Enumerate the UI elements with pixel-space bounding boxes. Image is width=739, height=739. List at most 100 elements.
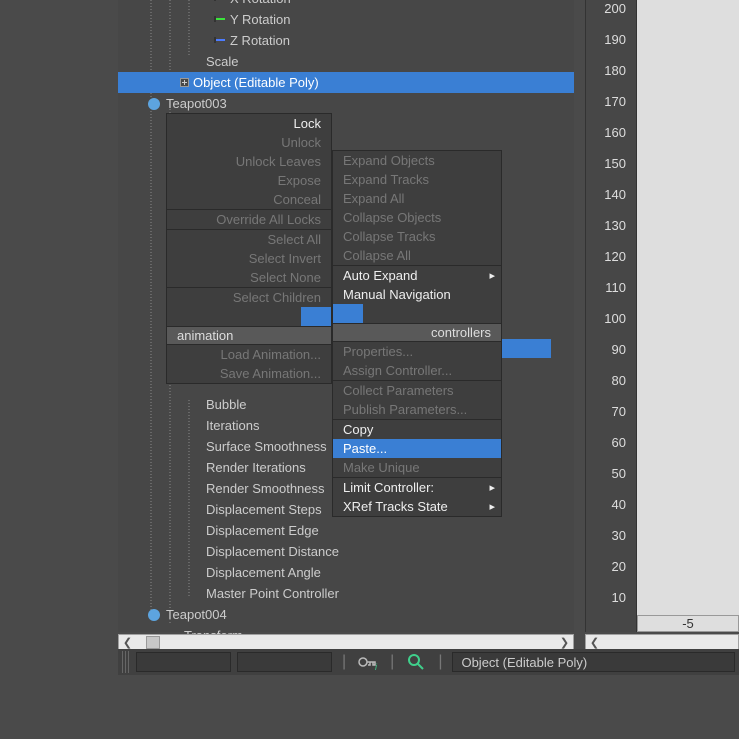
separator: | xyxy=(434,653,446,671)
status-field-1[interactable] xyxy=(136,652,231,672)
scroll-left-icon[interactable]: ❮ xyxy=(586,635,603,650)
menu-highlight-extension xyxy=(502,339,551,358)
menu-publish-parameters[interactable]: Publish Parameters... xyxy=(333,400,501,419)
status-field-2[interactable] xyxy=(237,652,332,672)
grip-icon[interactable] xyxy=(122,651,130,673)
ruler-tick: 160 xyxy=(604,125,626,140)
ruler-tick: 90 xyxy=(612,342,626,357)
tree-label: Z Rotation xyxy=(230,33,290,48)
ruler-tick: 80 xyxy=(612,373,626,388)
ruler-tick: 50 xyxy=(612,466,626,481)
menu-select-all[interactable]: Select All xyxy=(167,230,331,249)
menu-collapse-all[interactable]: Collapse All xyxy=(333,246,501,265)
menu-expand-tracks[interactable]: Expand Tracks xyxy=(333,170,501,189)
tree-y-rotation[interactable]: Y Rotation xyxy=(118,9,574,30)
tree-label: Displacement Edge xyxy=(206,523,319,538)
menu-copy[interactable]: Copy xyxy=(333,420,501,439)
menu-expose[interactable]: Expose xyxy=(167,171,331,190)
context-menu-left: Lock Unlock Unlock Leaves Expose Conceal… xyxy=(166,113,332,384)
ruler-tick: 10 xyxy=(612,590,626,605)
separator: | xyxy=(386,653,398,671)
tree-teapot003[interactable]: Teapot003 xyxy=(118,93,574,114)
ruler-tick: 180 xyxy=(604,63,626,78)
ruler-tick: 30 xyxy=(612,528,626,543)
scroll-track[interactable] xyxy=(136,635,556,650)
menu-properties[interactable]: Properties... xyxy=(333,342,501,361)
tree-label: Render Iterations xyxy=(206,460,306,475)
ruler-tick: 130 xyxy=(604,218,626,233)
tree-teapot004[interactable]: Teapot004 xyxy=(118,604,574,625)
scroll-right-icon[interactable]: ❯ xyxy=(556,635,573,650)
tree-displacement-angle[interactable]: Displacement Angle xyxy=(118,562,574,583)
menu-select-none[interactable]: Select None xyxy=(167,268,331,287)
menu-override-locks[interactable]: Override All Locks xyxy=(167,210,331,229)
menu-select-invert[interactable]: Select Invert xyxy=(167,249,331,268)
tree-label: Teapot003 xyxy=(166,96,227,111)
tree-master-point-controller[interactable]: Master Point Controller xyxy=(118,583,574,604)
menu-save-animation[interactable]: Save Animation... xyxy=(167,364,331,383)
time-ruler-panel: 200 190 180 170 160 150 140 130 120 110 … xyxy=(585,0,739,632)
ruler-tick: 200 xyxy=(604,1,626,16)
key-info-icon[interactable]: i xyxy=(356,651,380,673)
tree-label: Master Point Controller xyxy=(206,586,339,601)
tree-scale[interactable]: Scale xyxy=(118,51,574,72)
ruler-value-display: -5 xyxy=(637,615,739,632)
tree-label: Scale xyxy=(206,54,239,69)
ruler-tick: 170 xyxy=(604,94,626,109)
search-icon[interactable] xyxy=(404,651,428,673)
ruler-tick: 120 xyxy=(604,249,626,264)
scroll-left-icon[interactable]: ❮ xyxy=(119,635,136,650)
tree-object-editable-poly[interactable]: Object (Editable Poly) xyxy=(118,72,574,93)
tree-label: Y Rotation xyxy=(230,12,290,27)
menu-collect-parameters[interactable]: Collect Parameters xyxy=(333,381,501,400)
ruler-tick: 40 xyxy=(612,497,626,512)
menu-manual-navigation[interactable]: Manual Navigation xyxy=(333,285,501,304)
menu-make-unique[interactable]: Make Unique xyxy=(333,458,501,477)
ruler: 200 190 180 170 160 150 140 130 120 110 … xyxy=(585,0,637,632)
tree-label: Surface Smoothness xyxy=(206,439,327,454)
menu-conceal[interactable]: Conceal xyxy=(167,190,331,209)
tree-label: X Rotation xyxy=(230,0,291,6)
tree-x-rotation[interactable]: X Rotation xyxy=(118,0,574,9)
menu-xref-tracks[interactable]: XRef Tracks State xyxy=(333,497,501,516)
tree-z-rotation[interactable]: Z Rotation xyxy=(118,30,574,51)
menu-limit-controller[interactable]: Limit Controller: xyxy=(333,478,501,497)
tree-label: Displacement Distance xyxy=(206,544,339,559)
menu-unlock[interactable]: Unlock xyxy=(167,133,331,152)
menu-select-children[interactable]: Select Children xyxy=(167,288,331,307)
object-dot-icon xyxy=(148,609,160,621)
status-bar: | i | | Object (Editable Poly) xyxy=(118,649,739,675)
expand-icon[interactable] xyxy=(180,78,189,87)
menu-collapse-objects[interactable]: Collapse Objects xyxy=(333,208,501,227)
tree-displacement-edge[interactable]: Displacement Edge xyxy=(118,520,574,541)
tree-label: Object (Editable Poly) xyxy=(193,75,319,90)
ruler-tick: 60 xyxy=(612,435,626,450)
menu-lock[interactable]: Lock xyxy=(167,114,331,133)
menu-collapse-tracks[interactable]: Collapse Tracks xyxy=(333,227,501,246)
scroll-track[interactable] xyxy=(603,635,738,650)
scroll-thumb[interactable] xyxy=(146,636,160,649)
menu-assign-controller[interactable]: Assign Controller... xyxy=(333,361,501,380)
menu-expand-all[interactable]: Expand All xyxy=(333,189,501,208)
tree-displacement-distance[interactable]: Displacement Distance xyxy=(118,541,574,562)
tree-label: Teapot004 xyxy=(166,607,227,622)
menu-unlock-leaves[interactable]: Unlock Leaves xyxy=(167,152,331,171)
menu-header-animation: animation xyxy=(167,326,331,345)
svg-text:i: i xyxy=(375,662,378,672)
context-menu-right: Expand Objects Expand Tracks Expand All … xyxy=(332,150,502,517)
menu-paste[interactable]: Paste... xyxy=(333,439,501,458)
ruler-canvas[interactable] xyxy=(637,0,739,632)
ruler-tick: 150 xyxy=(604,156,626,171)
menu-join-block xyxy=(333,304,363,323)
menu-expand-objects[interactable]: Expand Objects xyxy=(333,151,501,170)
tree-label: Render Smoothness xyxy=(206,481,325,496)
y-axis-icon xyxy=(212,13,226,27)
z-axis-icon xyxy=(212,34,226,48)
menu-load-animation[interactable]: Load Animation... xyxy=(167,345,331,364)
separator: | xyxy=(338,653,350,671)
menu-auto-expand[interactable]: Auto Expand xyxy=(333,266,501,285)
tree-label: Displacement Steps xyxy=(206,502,322,517)
object-dot-icon xyxy=(148,98,160,110)
ruler-tick: 110 xyxy=(605,280,626,295)
ruler-tick: 100 xyxy=(604,311,626,326)
